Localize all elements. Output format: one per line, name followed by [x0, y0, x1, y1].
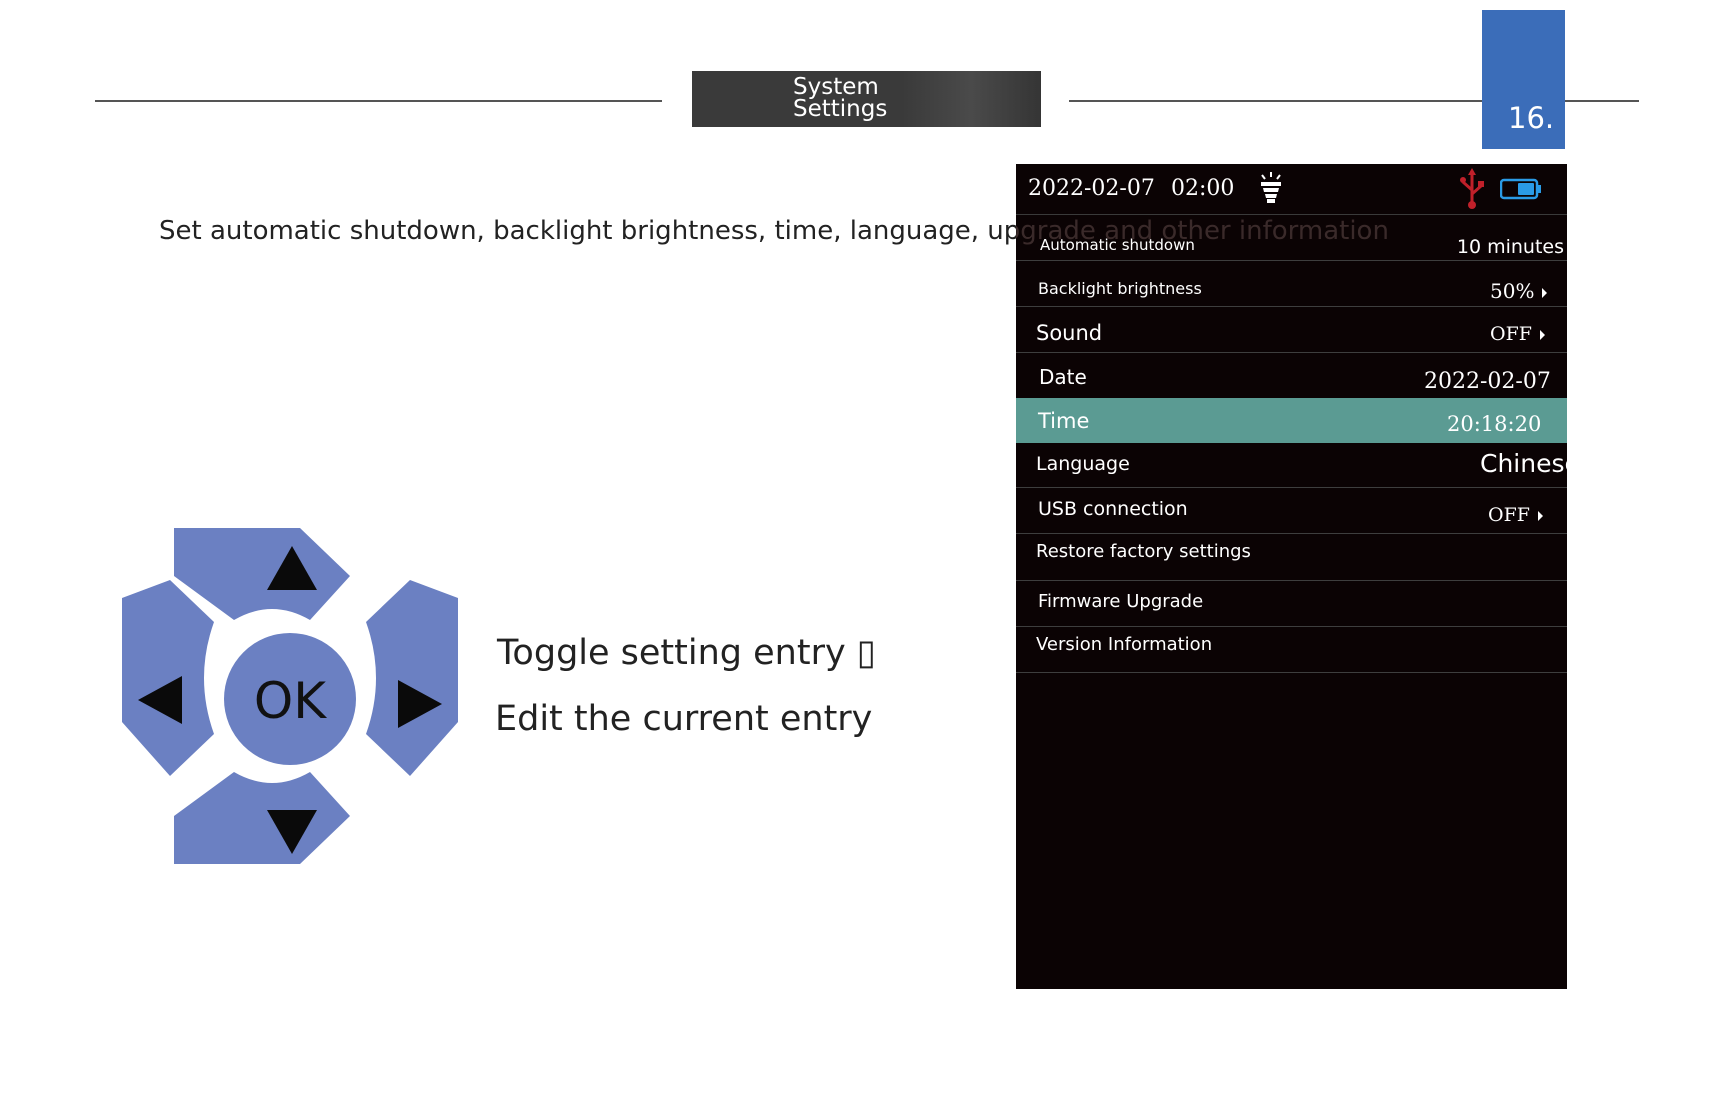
- settings-row-time[interactable]: Time 20:18:20: [1016, 398, 1567, 443]
- section-title-line2: Settings: [793, 96, 888, 122]
- instruction-edit: Edit the current entry: [495, 699, 873, 739]
- dpad-up-button: [174, 528, 350, 620]
- setting-value: OFF: [1488, 504, 1530, 526]
- status-time: 02:00: [1171, 176, 1235, 201]
- intro-text-overflow-copy: Set automatic shutdown, backlight bright…: [1016, 216, 1389, 246]
- battery-icon: [1500, 178, 1541, 200]
- dpad-down-button: [174, 772, 350, 864]
- setting-value: Chinese: [1480, 449, 1567, 478]
- setting-value-container: OFF: [1488, 504, 1543, 526]
- dpad-graphic: OK: [122, 528, 458, 864]
- setting-value: 2022-02-07: [1424, 369, 1551, 394]
- page-number: 16.: [1508, 101, 1555, 135]
- intro-text-overflow: Set automatic shutdown, backlight bright…: [1016, 216, 1576, 250]
- setting-label: USB connection: [1038, 498, 1188, 520]
- flashlight-icon: [1261, 172, 1281, 203]
- setting-label: Time: [1038, 409, 1090, 433]
- setting-label: Date: [1039, 365, 1087, 389]
- dpad-right-button: [366, 580, 458, 776]
- dpad-left-button: [122, 580, 214, 776]
- section-title: System Settings: [692, 71, 1041, 127]
- page-number-tab: 16.: [1482, 10, 1565, 149]
- setting-label: Firmware Upgrade: [1038, 591, 1204, 612]
- setting-label: Backlight brightness: [1038, 279, 1202, 298]
- status-bar: 2022-02-07 02:00: [1016, 164, 1567, 215]
- setting-value-container: 50%: [1490, 279, 1548, 303]
- chevron-right-icon: [1537, 511, 1543, 521]
- setting-value: 50%: [1490, 279, 1535, 303]
- setting-value: 20:18:20: [1447, 412, 1542, 436]
- header-rule-left: [95, 100, 662, 102]
- setting-label: Language: [1036, 453, 1130, 475]
- settings-row-backlight-brightness[interactable]: Backlight brightness 50%: [1016, 261, 1567, 307]
- instruction-toggle: Toggle setting entry ▯: [497, 633, 877, 673]
- chevron-right-icon: [1539, 330, 1545, 340]
- settings-row-restore-factory-settings[interactable]: Restore factory settings: [1016, 534, 1567, 581]
- device-screen: 2022-02-07 02:00 Automatic shutdown 10 m…: [1016, 164, 1567, 989]
- setting-label: Version Information: [1036, 634, 1213, 655]
- settings-row-version-information[interactable]: Version Information: [1016, 627, 1567, 673]
- dpad-ok-label: OK: [254, 672, 327, 730]
- settings-row-usb-connection[interactable]: USB connection OFF: [1016, 488, 1567, 534]
- usb-icon: [1460, 168, 1484, 209]
- settings-row-date[interactable]: Date 2022-02-07: [1016, 353, 1567, 397]
- settings-row-language[interactable]: Language Chinese: [1016, 443, 1567, 488]
- status-date: 2022-02-07: [1028, 176, 1155, 201]
- settings-row-sound[interactable]: Sound OFF: [1016, 307, 1567, 353]
- settings-row-firmware-upgrade[interactable]: Firmware Upgrade: [1016, 581, 1567, 627]
- setting-label: Restore factory settings: [1036, 541, 1251, 562]
- setting-value: OFF: [1490, 323, 1532, 345]
- chevron-right-icon: [1542, 287, 1548, 298]
- setting-value-container: OFF: [1490, 323, 1545, 345]
- setting-label: Sound: [1036, 321, 1103, 345]
